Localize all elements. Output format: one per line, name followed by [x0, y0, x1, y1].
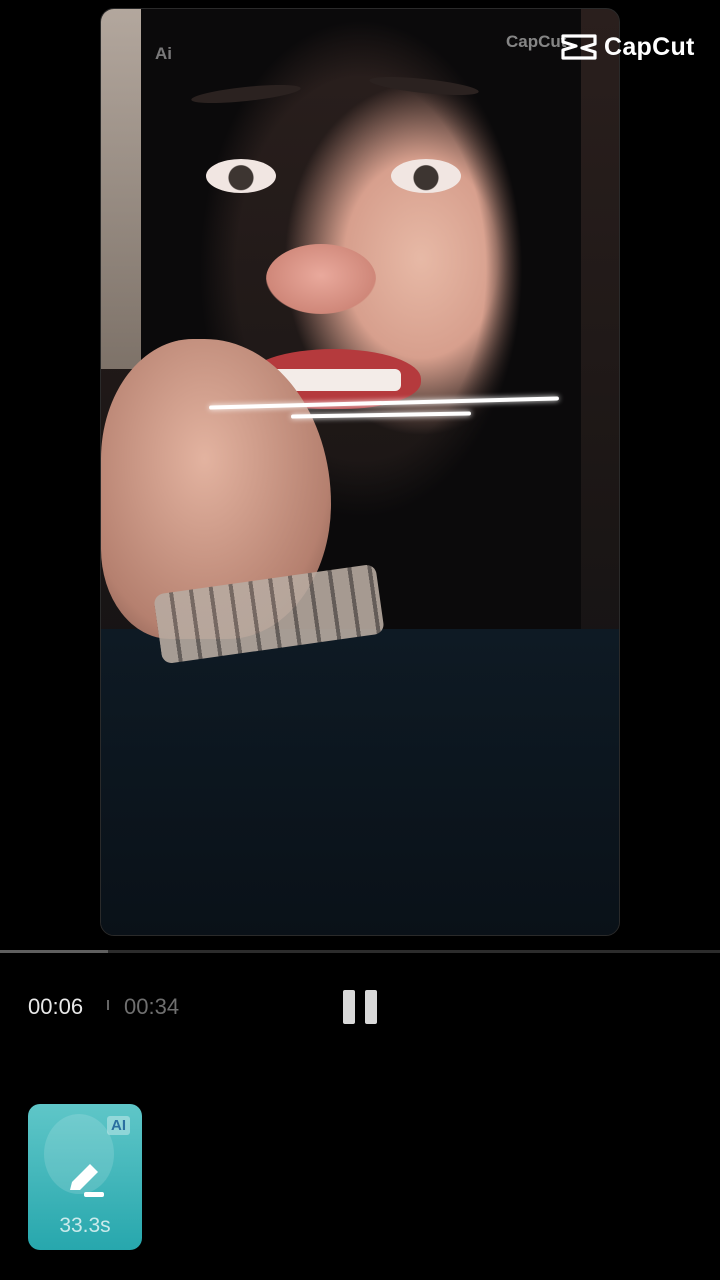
ai-tag: Ai: [155, 44, 172, 63]
left-eye: [206, 159, 276, 193]
pause-button[interactable]: [343, 990, 379, 1024]
pencil-icon: [70, 1164, 104, 1197]
clip-duration: 33.3s: [59, 1214, 111, 1237]
clip-ai-badge: AI: [107, 1116, 130, 1135]
nose: [266, 244, 376, 314]
capcut-brand: CapCut: [560, 32, 695, 62]
capcut-logo-icon: [561, 34, 597, 60]
sleeve: [101, 629, 619, 935]
current-time: 00:06: [28, 994, 84, 1019]
video-preview[interactable]: [100, 8, 620, 936]
right-eye: [391, 159, 461, 193]
total-time: 00:34: [124, 994, 180, 1019]
clip-thumbnail[interactable]: AI 33.3s: [28, 1104, 142, 1250]
time-separator: [107, 1000, 109, 1010]
pause-icon: [365, 990, 377, 1024]
progress-fill: [0, 950, 108, 953]
brand-name: CapCut: [604, 32, 695, 61]
video-watermark: CapCut: [506, 32, 567, 51]
playback-progress[interactable]: [0, 950, 720, 953]
pause-icon: [343, 990, 355, 1024]
